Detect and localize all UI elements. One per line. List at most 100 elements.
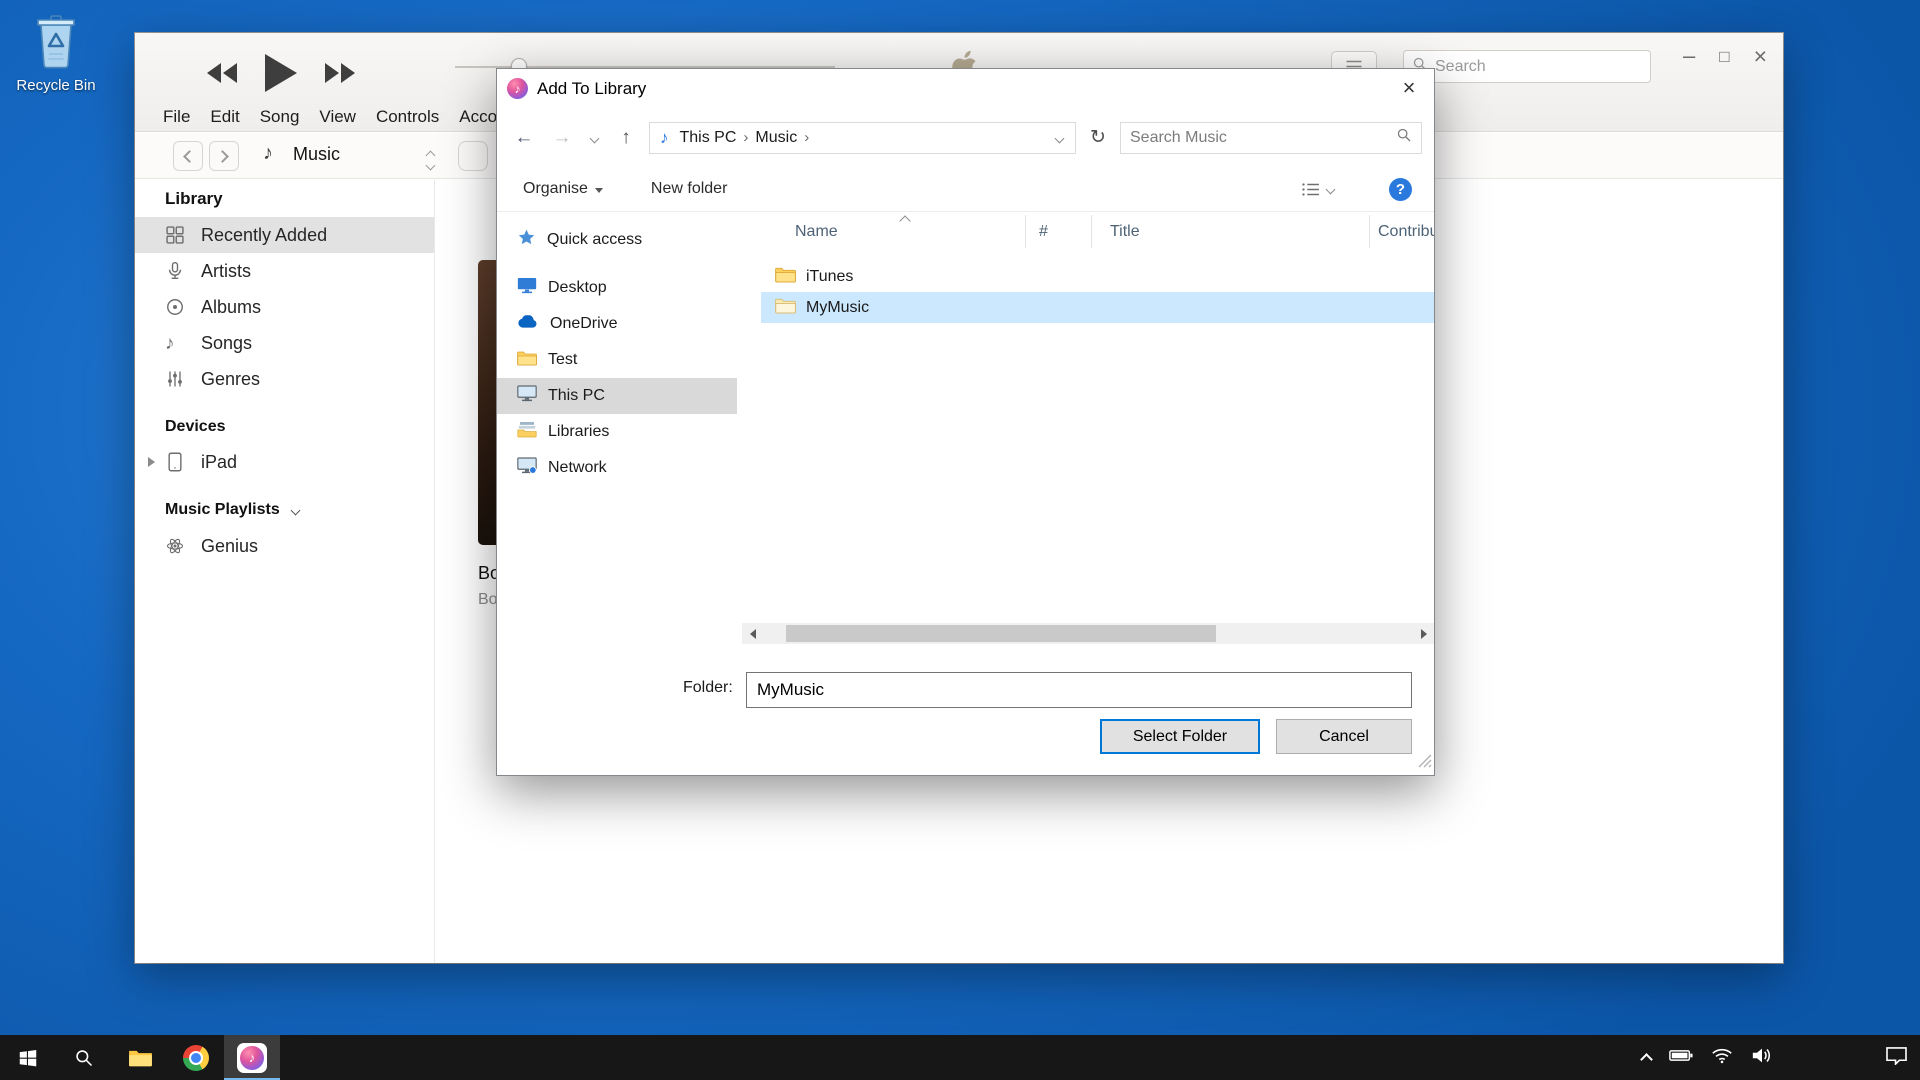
recycle-bin-label: Recycle Bin xyxy=(16,77,96,94)
sidebar-item-recently-added[interactable]: Recently Added xyxy=(135,217,434,253)
tree-item-this-pc[interactable]: This PC xyxy=(497,378,737,414)
tree-item-quick-access[interactable]: Quick access xyxy=(497,222,737,258)
folder-icon xyxy=(775,296,796,319)
organise-button[interactable]: Organise xyxy=(523,180,603,198)
sidebar-item-genres[interactable]: Genres xyxy=(135,361,434,397)
itunes-search-box xyxy=(1403,50,1651,83)
dialog-search-box xyxy=(1120,122,1422,154)
music-note-icon: ♪ xyxy=(656,128,673,148)
menu-edit[interactable]: Edit xyxy=(210,107,239,127)
nav-forward-button[interactable] xyxy=(209,141,239,171)
album-subtitle[interactable]: Bo xyxy=(478,591,498,609)
playlists-header[interactable]: Music Playlists xyxy=(165,501,299,519)
maximize-button[interactable]: □ xyxy=(1719,48,1729,65)
minimize-button[interactable]: – xyxy=(1683,45,1695,67)
action-center-icon[interactable] xyxy=(1885,1046,1908,1070)
chevron-down-icon xyxy=(1326,184,1336,194)
address-bar[interactable]: ♪ This PC › Music › xyxy=(649,122,1076,154)
tree-item-onedrive[interactable]: OneDrive xyxy=(497,306,737,342)
dialog-toolbar: Organise New folder ? xyxy=(497,167,1434,212)
wifi-icon[interactable] xyxy=(1711,1047,1733,1069)
column-number[interactable]: # xyxy=(1026,215,1092,248)
sidebar-item-albums[interactable]: Albums xyxy=(135,289,434,325)
file-row-itunes[interactable]: iTunes xyxy=(761,261,1434,292)
nav-back-button[interactable] xyxy=(173,141,203,171)
recycle-bin[interactable]: Recycle Bin xyxy=(16,12,96,94)
scroll-right-button[interactable] xyxy=(1413,623,1434,644)
rewind-button[interactable] xyxy=(207,63,237,88)
folder-icon xyxy=(517,349,537,371)
menu-bar: File Edit Song View Controls Account xyxy=(135,103,521,130)
dialog-search-input[interactable] xyxy=(1130,129,1390,147)
forward-button[interactable]: → xyxy=(547,127,577,149)
column-contributing-artists[interactable]: Contributing artists xyxy=(1370,215,1434,248)
menu-file[interactable]: File xyxy=(163,107,190,127)
search-icon[interactable] xyxy=(1396,127,1412,148)
start-button[interactable] xyxy=(0,1035,56,1080)
hidden-icons-chevron-icon[interactable] xyxy=(1640,1053,1653,1066)
tray-spacer xyxy=(1791,1057,1867,1058)
media-selector-label[interactable]: Music xyxy=(293,144,340,165)
file-row-mymusic[interactable]: MyMusic xyxy=(761,292,1434,323)
taskbar-search-button[interactable] xyxy=(56,1035,112,1080)
horizontal-scrollbar[interactable] xyxy=(742,623,1434,644)
dialog-body: Quick access Desktop OneDrive Test This … xyxy=(497,213,1434,644)
up-button[interactable]: ↑ xyxy=(611,127,641,149)
dialog-titlebar[interactable]: ♪ Add To Library xyxy=(497,69,1434,108)
help-button[interactable]: ? xyxy=(1389,178,1412,201)
cancel-button[interactable]: Cancel xyxy=(1276,719,1412,754)
dialog-close-button[interactable]: × xyxy=(1384,69,1434,107)
tree-item-desktop[interactable]: Desktop xyxy=(497,270,737,306)
column-headers: Name # Title Contributing artists xyxy=(761,215,1434,248)
menu-view[interactable]: View xyxy=(319,107,356,127)
network-icon xyxy=(517,457,537,479)
folder-name-input[interactable] xyxy=(746,672,1412,708)
menu-song[interactable]: Song xyxy=(260,107,300,127)
back-button[interactable]: ← xyxy=(509,127,539,149)
volume-icon[interactable] xyxy=(1751,1047,1773,1069)
scrollbar-thumb[interactable] xyxy=(786,625,1216,642)
tablet-icon xyxy=(165,452,185,477)
chevron-right-icon xyxy=(216,150,229,163)
resize-grip[interactable] xyxy=(1418,754,1432,773)
music-note-icon: ♪ xyxy=(165,333,175,355)
system-tray xyxy=(1642,1035,1920,1080)
media-selector-down-icon[interactable] xyxy=(427,156,434,174)
column-title[interactable]: Title xyxy=(1092,215,1370,248)
desktop: Recycle Bin – □ × File xyxy=(0,0,1920,1080)
disclosure-triangle-icon[interactable] xyxy=(148,457,155,467)
chrome-button[interactable] xyxy=(168,1035,224,1080)
close-button[interactable]: × xyxy=(1754,45,1767,68)
libraries-icon xyxy=(517,421,537,443)
sidebar-item-ipad[interactable]: iPad xyxy=(135,444,434,480)
new-folder-button[interactable]: New folder xyxy=(651,180,727,198)
battery-icon[interactable] xyxy=(1669,1049,1693,1067)
sidebar-item-songs[interactable]: ♪ Songs xyxy=(135,325,434,361)
sidebar-item-genius[interactable]: Genius xyxy=(135,528,434,564)
scroll-left-button[interactable] xyxy=(742,623,763,644)
breadcrumb-this-pc[interactable]: This PC xyxy=(673,129,744,147)
grid-icon xyxy=(165,225,185,250)
recent-locations-chevron-icon[interactable] xyxy=(585,129,603,147)
fast-forward-button[interactable] xyxy=(325,63,355,88)
change-view-button[interactable] xyxy=(1301,182,1334,197)
tree-item-network[interactable]: Network xyxy=(497,450,737,486)
tree-item-test[interactable]: Test xyxy=(497,342,737,378)
onedrive-cloud-icon xyxy=(517,315,539,334)
chrome-icon xyxy=(183,1045,209,1071)
select-folder-button[interactable]: Select Folder xyxy=(1100,719,1260,754)
breadcrumb-music[interactable]: Music xyxy=(748,129,804,147)
menu-controls[interactable]: Controls xyxy=(376,107,439,127)
sidebar-item-artists[interactable]: Artists xyxy=(135,253,434,289)
view-options-button[interactable] xyxy=(458,141,488,171)
play-button[interactable] xyxy=(265,54,297,97)
address-dropdown-icon[interactable] xyxy=(1056,129,1069,147)
recycle-bin-icon xyxy=(31,57,81,74)
tree-item-libraries[interactable]: Libraries xyxy=(497,414,737,450)
file-explorer-button[interactable] xyxy=(112,1035,168,1080)
column-name[interactable]: Name xyxy=(761,215,1026,248)
refresh-icon[interactable]: ↻ xyxy=(1084,126,1112,149)
itunes-search-input[interactable] xyxy=(1435,58,1642,76)
chevron-right-icon[interactable]: › xyxy=(804,129,809,146)
itunes-taskbar-button[interactable]: ♪ xyxy=(224,1035,280,1080)
